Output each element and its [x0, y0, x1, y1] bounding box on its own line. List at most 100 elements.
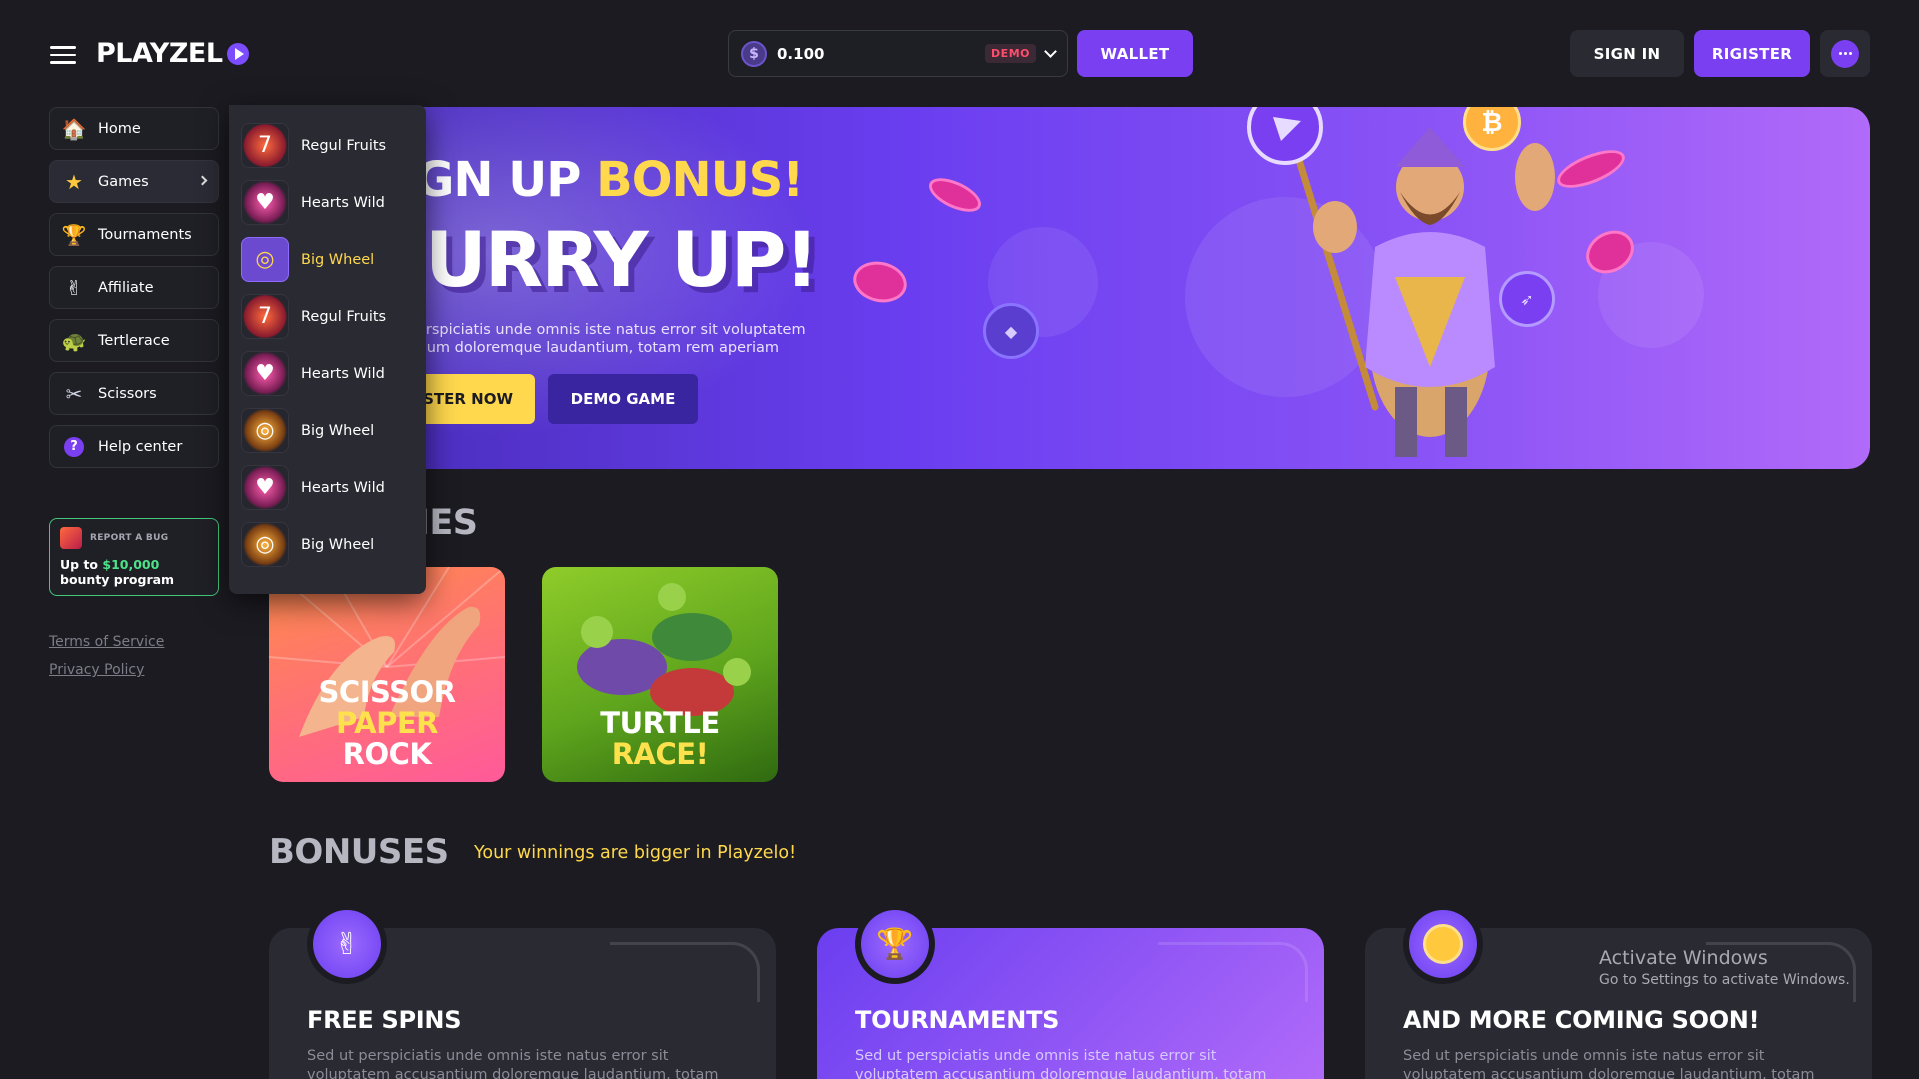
- sidebar-item-help-center[interactable]: ? Help center: [49, 425, 219, 468]
- game-card-scissor-paper-rock[interactable]: SCISSOR PAPER ROCK: [269, 567, 505, 782]
- sidebar-item-label: Games: [98, 173, 149, 190]
- demo-badge: DEMO: [985, 44, 1036, 63]
- hero-description: erspiciatis unde omnis iste natus error …: [417, 322, 806, 356]
- hero-subheadline: URRY UP!: [425, 215, 819, 304]
- card-line: SCISSOR: [318, 675, 456, 709]
- bonus-card-title: FREE SPINS: [307, 1006, 462, 1034]
- turtle-icon: 🐢: [61, 328, 87, 353]
- bonus-icon-holder: ✌: [307, 904, 387, 984]
- sidebar-item-games[interactable]: ★ Games: [49, 160, 219, 203]
- trophy-icon: 🏆: [61, 222, 87, 247]
- games-menu-item-selected[interactable]: ◎ Big Wheel: [241, 237, 414, 282]
- scissors-icon: ✂: [65, 381, 83, 406]
- games-menu-item[interactable]: ♥ Hearts Wild: [241, 465, 414, 510]
- chat-button[interactable]: [1820, 30, 1870, 77]
- games-menu-label: Hearts Wild: [301, 479, 385, 496]
- game-card-turtle-race[interactable]: TURTLE RACE!: [542, 567, 778, 782]
- balance-value: 0.100: [777, 44, 825, 63]
- heart-icon: ♥: [241, 351, 289, 396]
- games-menu-item[interactable]: 7 Regul Fruits: [241, 294, 414, 339]
- games-menu-item[interactable]: ♥ Hearts Wild: [241, 351, 414, 396]
- card-line: TURTLE: [600, 706, 720, 740]
- bug-text-prefix: Up to: [60, 557, 103, 572]
- sidebar-item-tournaments[interactable]: 🏆 Tournaments: [49, 213, 219, 256]
- hero-banner: GN UP BONUS! URRY UP! erspiciatis unde o…: [395, 107, 1870, 469]
- logo[interactable]: PLAYZEL: [96, 38, 249, 69]
- chevron-right-icon: [197, 175, 208, 186]
- hero-headline-white: GN UP: [415, 152, 597, 208]
- balance-selector[interactable]: $ 0.100 DEMO: [728, 30, 1068, 77]
- sign-in-button[interactable]: SIGN IN: [1570, 30, 1684, 77]
- logo-text: PLAYZEL: [96, 38, 223, 69]
- slot-seven-icon: 7: [241, 294, 289, 339]
- sidebar-item-scissors[interactable]: ✂ Scissors: [49, 372, 219, 415]
- sidebar-item-label: Scissors: [98, 385, 157, 402]
- watermark-line2: Go to Settings to activate Windows.: [1599, 972, 1850, 988]
- bug-card-text: Up to $10,000 bounty program: [60, 557, 208, 587]
- card-line: RACE!: [611, 737, 709, 771]
- heart-icon: ♥: [241, 465, 289, 510]
- card-decoration: [610, 942, 760, 1002]
- sidebar-item-label: Affiliate: [98, 279, 154, 296]
- games-menu-item[interactable]: ◎ Big Wheel: [241, 408, 414, 453]
- report-bug-card[interactable]: REPORT A BUG Up to $10,000 bounty progra…: [49, 518, 219, 596]
- hero-headline-yellow: BONUS!: [596, 152, 804, 208]
- card-line: ROCK: [342, 737, 432, 771]
- games-menu-label: Big Wheel: [301, 251, 375, 268]
- games-menu-label: Big Wheel: [301, 422, 375, 439]
- games-menu-label: Regul Fruits: [301, 137, 387, 154]
- card-decoration: [1158, 942, 1308, 1002]
- sidebar-item-tertlerace[interactable]: 🐢 Tertlerace: [49, 319, 219, 362]
- warrior-character-illustration: [1247, 107, 1555, 457]
- menu-icon[interactable]: [50, 46, 76, 64]
- ethereum-coin-icon: ◆: [983, 303, 1039, 359]
- bug-card-label: REPORT A BUG: [90, 533, 169, 543]
- wheel-bonus-icon: ◎: [241, 408, 289, 453]
- bonus-card-tournaments[interactable]: 🏆 TOURNAMENTS Sed ut perspiciatis unde o…: [817, 904, 1324, 1079]
- games-menu-item[interactable]: ♥ Hearts Wild: [241, 180, 414, 225]
- hero-demo-button[interactable]: DEMO GAME: [548, 374, 698, 424]
- sidebar-item-label: Home: [98, 120, 141, 137]
- hand-icon: ✌: [313, 910, 381, 978]
- sidebar-item-label: Help center: [98, 438, 183, 455]
- bonus-card-desc: Sed ut perspiciatis unde omnis iste natu…: [307, 1048, 719, 1079]
- games-menu-item[interactable]: 7 Regul Fruits: [241, 123, 414, 168]
- bonus-icon-holder: [1403, 904, 1483, 984]
- sidebar-item-label: Tertlerace: [98, 332, 170, 349]
- trophy-icon: 🏆: [861, 910, 929, 978]
- games-menu-item[interactable]: ◎ Big Wheel: [241, 522, 414, 567]
- bonus-card-desc: Sed ut perspiciatis unde omnis iste natu…: [1403, 1048, 1815, 1079]
- sidebar-item-affiliate[interactable]: ✌ Affiliate: [49, 266, 219, 309]
- slot-seven-icon: 7: [241, 123, 289, 168]
- bonuses-section-title: BONUSES: [269, 832, 449, 872]
- terms-link[interactable]: Terms of Service: [49, 634, 164, 650]
- activate-windows-watermark: Activate Windows Go to Settings to activ…: [1599, 947, 1850, 988]
- games-dropdown-menu: 7 Regul Fruits ♥ Hearts Wild ◎ Big Wheel 7R…: [229, 105, 426, 594]
- heart-icon: ♥: [241, 180, 289, 225]
- coin-icon: [1409, 910, 1477, 978]
- hero-headline: GN UP BONUS!: [415, 152, 804, 208]
- wallet-button[interactable]: WALLET: [1077, 30, 1193, 77]
- wheel-bonus-icon: ◎: [241, 237, 289, 282]
- bonus-card-title: TOURNAMENTS: [855, 1006, 1060, 1034]
- games-menu-label: Regul Fruits: [301, 308, 387, 325]
- bonus-card-title: AND MORE COMING SOON!: [1403, 1006, 1760, 1034]
- games-menu-label: Hearts Wild: [301, 194, 385, 211]
- bug-icon: [60, 527, 82, 549]
- bonus-card-free-spins[interactable]: ✌ FREE SPINS Sed ut perspiciatis unde om…: [269, 904, 776, 1079]
- sidebar-item-label: Tournaments: [98, 226, 192, 243]
- bug-text-suffix: bounty program: [60, 572, 175, 587]
- star-icon: ★: [65, 169, 83, 194]
- sidebar-item-home[interactable]: 🏠 Home: [49, 107, 219, 150]
- bonuses-subtitle: Your winnings are bigger in Playzelo!: [474, 843, 797, 863]
- rocket-coin-icon: ➶: [1499, 271, 1555, 327]
- register-button[interactable]: RIGISTER: [1694, 30, 1810, 77]
- watermark-line1: Activate Windows: [1599, 947, 1768, 969]
- help-icon: ?: [62, 435, 86, 459]
- chevron-down-icon[interactable]: [1044, 44, 1057, 58]
- games-menu-label: Big Wheel: [301, 536, 375, 553]
- game-card-title: SCISSOR PAPER ROCK: [269, 677, 505, 770]
- home-icon: 🏠: [61, 116, 87, 141]
- chat-icon: [1831, 39, 1859, 68]
- privacy-link[interactable]: Privacy Policy: [49, 662, 144, 678]
